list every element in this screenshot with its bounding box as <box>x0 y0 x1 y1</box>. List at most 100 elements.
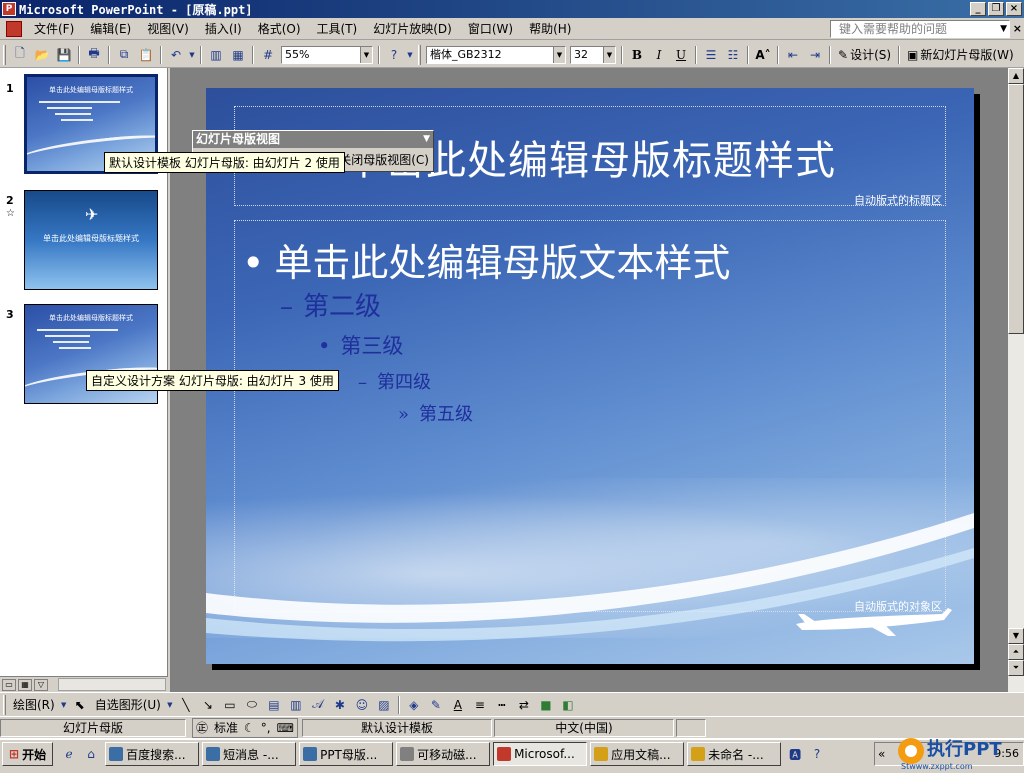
vertical-scrollbar[interactable]: ▲ ▼ ⏶ ⏷ <box>1008 68 1024 692</box>
task-ppt-master[interactable]: PPT母版... <box>299 742 394 766</box>
line-color-icon[interactable]: ✎ <box>426 695 446 715</box>
thumbnail-horizontal-scrollbar[interactable] <box>58 678 166 691</box>
menu-format[interactable]: 格式(O) <box>250 19 309 39</box>
toolbar-grip[interactable] <box>3 44 6 65</box>
menu-file[interactable]: 文件(F) <box>26 19 82 39</box>
ime-toolbar[interactable]: ㊣ 标准 ☾ °, ⌨ <box>192 717 298 738</box>
picture-icon[interactable]: ▨ <box>374 695 394 715</box>
menu-window[interactable]: 窗口(W) <box>460 19 521 39</box>
insert-chart-icon[interactable]: ▥ <box>206 45 226 65</box>
ime-moon-icon[interactable]: ☾ <box>241 721 258 735</box>
minimize-button[interactable]: _ <box>970 2 986 16</box>
tray-expand-icon[interactable]: « <box>875 747 888 761</box>
toolbar-grip-2[interactable] <box>418 44 421 65</box>
new-master-button[interactable]: ▣ 新幻灯片母版(W) <box>903 46 1018 63</box>
increase-font-icon[interactable]: A˄ <box>753 45 773 65</box>
fill-color-icon[interactable]: ◈ <box>404 695 424 715</box>
diagram-icon[interactable]: ✱ <box>330 695 350 715</box>
dash-style-icon[interactable]: ┅ <box>492 695 512 715</box>
menu-view[interactable]: 视图(V) <box>139 19 197 39</box>
task-messages[interactable]: 短消息 -... <box>202 742 297 766</box>
font-size-dropdown-icon[interactable]: ▼ <box>603 46 615 63</box>
slideshow-view-icon[interactable]: ▽ <box>34 678 48 691</box>
design-button[interactable]: ✎ 设计(S) <box>834 46 895 63</box>
help-icon[interactable]: ? <box>384 45 404 65</box>
draw-menu[interactable]: 绘图(R) <box>9 696 59 713</box>
insert-table-icon[interactable]: ▦ <box>228 45 248 65</box>
scroll-up-icon[interactable]: ▲ <box>1008 68 1024 84</box>
task-removable-disk[interactable]: 可移动磁... <box>396 742 491 766</box>
task-baidu[interactable]: 百度搜索... <box>105 742 200 766</box>
next-slide-icon[interactable]: ⏷ <box>1008 660 1024 676</box>
copy-icon[interactable]: ⧉ <box>114 45 134 65</box>
save-icon[interactable]: 💾 <box>54 45 74 65</box>
font-size-select[interactable]: 32 ▼ <box>570 45 616 64</box>
normal-view-icon[interactable]: ▭ <box>2 678 16 691</box>
undo-dropdown-icon[interactable]: ▼ <box>188 45 196 65</box>
oval-icon[interactable]: ⬭ <box>242 695 262 715</box>
line-icon[interactable]: ╲ <box>176 695 196 715</box>
autoshapes-dropdown-icon[interactable]: ▼ <box>166 695 174 715</box>
menu-tools[interactable]: 工具(T) <box>309 19 366 39</box>
ime-punct-icon[interactable]: °, <box>258 721 274 735</box>
arrow-icon[interactable]: ↘ <box>198 695 218 715</box>
restore-button[interactable]: ❐ <box>988 2 1004 16</box>
grid-icon[interactable]: # <box>258 45 278 65</box>
scroll-down-icon[interactable]: ▼ <box>1008 628 1024 644</box>
ie-quicklaunch-icon[interactable]: ℯ <box>59 744 79 764</box>
scroll-thumb[interactable] <box>1008 84 1024 334</box>
menu-insert[interactable]: 插入(I) <box>197 19 250 39</box>
task-app-doc[interactable]: 应用文稿... <box>590 742 685 766</box>
font-name-select[interactable]: 楷体_GB2312 ▼ <box>426 45 566 64</box>
menu-edit[interactable]: 编辑(E) <box>82 19 139 39</box>
line-style-icon[interactable]: ≡ <box>470 695 490 715</box>
wordart-icon[interactable]: 𝒜 <box>308 695 328 715</box>
help-dropdown-icon[interactable]: ▼ <box>1000 21 1007 37</box>
tray-lang-icon[interactable]: 🅰 <box>785 744 805 764</box>
zoom-select[interactable]: 55% ▼ <box>281 45 373 64</box>
help-search-box[interactable]: 键入需要帮助的问题 ▼ <box>830 20 1010 38</box>
underline-button[interactable]: U <box>671 45 691 65</box>
autoshapes-menu[interactable]: 自选图形(U) <box>91 696 165 713</box>
font-name-dropdown-icon[interactable]: ▼ <box>553 46 565 63</box>
task-powerpoint[interactable]: Microsof... <box>493 742 588 766</box>
bullets-icon[interactable]: ☷ <box>723 45 743 65</box>
italic-button[interactable]: I <box>649 45 669 65</box>
start-button[interactable]: ⊞ 开始 <box>2 742 54 766</box>
zoom-dropdown-icon[interactable]: ▼ <box>360 46 372 63</box>
ime-keyboard-icon[interactable]: ⌨ <box>274 721 297 735</box>
toolbar-options-icon[interactable]: ▼ <box>406 45 414 65</box>
master-toolbar-dropdown-icon[interactable]: ▼ <box>423 131 430 148</box>
font-color-icon[interactable]: A <box>448 695 468 715</box>
vertical-textbox-icon[interactable]: ▥ <box>286 695 306 715</box>
increase-indent-icon[interactable]: ⇥ <box>805 45 825 65</box>
powerpoint-app-icon[interactable]: P <box>2 2 16 16</box>
rectangle-icon[interactable]: ▭ <box>220 695 240 715</box>
desktop-quicklaunch-icon[interactable]: ⌂ <box>81 744 101 764</box>
tray-help-icon[interactable]: ? <box>807 744 827 764</box>
clipart-icon[interactable]: ☺ <box>352 695 372 715</box>
numbering-icon[interactable]: ☰ <box>701 45 721 65</box>
open-icon[interactable]: 📂 <box>32 45 52 65</box>
task-untitled[interactable]: 未命名 -... <box>687 742 782 766</box>
decrease-indent-icon[interactable]: ⇤ <box>783 45 803 65</box>
new-icon[interactable]: 🗋 <box>10 45 30 65</box>
menu-help[interactable]: 帮助(H) <box>521 19 579 39</box>
shadow-icon[interactable]: ■ <box>536 695 556 715</box>
print-icon[interactable]: 🖶 <box>84 45 104 65</box>
arrow-style-icon[interactable]: ⇄ <box>514 695 534 715</box>
close-button[interactable]: × <box>1006 2 1022 16</box>
bold-button[interactable]: B <box>627 45 647 65</box>
undo-icon[interactable]: ↶ <box>166 45 186 65</box>
document-menu-icon[interactable] <box>6 20 22 37</box>
menu-slideshow[interactable]: 幻灯片放映(D) <box>365 19 460 39</box>
draw-dropdown-icon[interactable]: ▼ <box>60 695 68 715</box>
paste-icon[interactable]: 📋 <box>136 45 156 65</box>
previous-slide-icon[interactable]: ⏶ <box>1008 644 1024 660</box>
thumbnail-slide-2[interactable]: 单击此处编辑母版标题样式 ✈ <box>24 190 158 290</box>
ime-mode-standard[interactable]: 标准 <box>211 719 241 736</box>
3d-icon[interactable]: ◧ <box>558 695 578 715</box>
sorter-view-icon[interactable]: ▦ <box>18 678 32 691</box>
textbox-icon[interactable]: ▤ <box>264 695 284 715</box>
document-close-icon[interactable]: × <box>1013 22 1022 35</box>
